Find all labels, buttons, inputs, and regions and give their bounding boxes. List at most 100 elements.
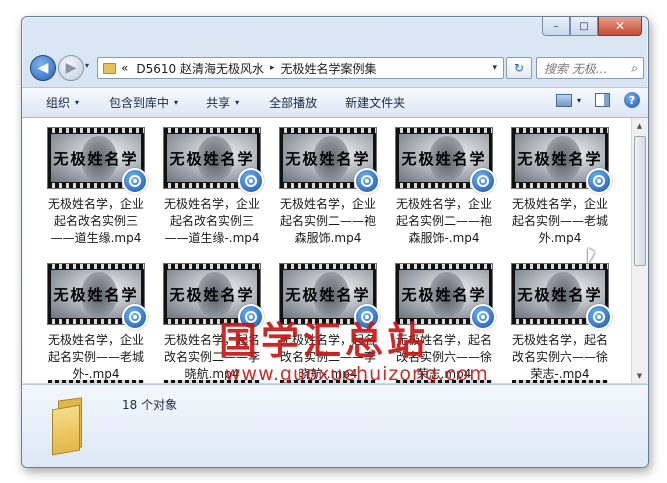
new-folder-button[interactable]: 新建文件夹: [345, 94, 405, 111]
film-strip-top: [48, 128, 144, 133]
play-all-button[interactable]: 全部播放: [269, 94, 317, 111]
back-button[interactable]: ◀: [30, 55, 56, 81]
breadcrumb-item-parent[interactable]: D5610 赵清海无极风水: [136, 60, 264, 77]
file-item-partial[interactable]: [512, 380, 608, 383]
folder-front: [52, 404, 80, 456]
thumbnail-caption: 无极姓名学: [285, 150, 371, 168]
vertical-scrollbar[interactable]: ▲ ▼: [631, 118, 647, 383]
thumbnail-caption: 无极姓名学: [169, 286, 255, 304]
file-item[interactable]: 无极姓名学 无极姓名学，起名改名实例六——徐荣志-.mp4: [510, 263, 612, 383]
thumbnail-caption: 无极姓名学: [169, 150, 255, 168]
mouse-cursor-icon: [588, 248, 595, 264]
thumbnail-caption: 无极姓名学: [401, 150, 487, 168]
command-bar: 组织 ▾ 包含到库中 ▾ 共享 ▾ 全部播放 新建文件夹 ▾ ?: [22, 87, 648, 118]
media-player-icon: [586, 304, 612, 330]
breadcrumb-overflow[interactable]: «: [121, 61, 128, 75]
media-player-icon: [586, 168, 612, 194]
file-name: 无极姓名学，企业起名改名实例三——道生缘-.mp4: [163, 197, 260, 245]
refresh-button[interactable]: ↻: [506, 57, 532, 79]
folder-icon: [52, 397, 88, 456]
share-label: 共享: [206, 96, 231, 110]
close-button[interactable]: ✕: [598, 17, 642, 36]
media-player-icon: [238, 168, 264, 194]
details-pane: 18 个对象: [22, 384, 648, 467]
view-icon: [555, 93, 572, 107]
film-strip-top: [164, 128, 260, 133]
file-list[interactable]: 无极姓名学 无极姓名学，企业起名改名实例三——道生缘.mp4 无极姓名学 无极姓…: [23, 118, 631, 383]
organize-label: 组织: [46, 96, 71, 110]
thumbnail-caption: 无极姓名学: [285, 286, 371, 304]
breadcrumb-separator[interactable]: ▸: [270, 63, 275, 73]
search-input[interactable]: 搜索 无极...: [544, 60, 607, 77]
breadcrumb-item-current[interactable]: 无极姓名学案例集: [280, 60, 376, 77]
thumbnail-caption: 无极姓名学: [53, 150, 139, 168]
file-item[interactable]: 无极姓名学 无极姓名学，企业起名实例——老城外-.mp4: [46, 263, 148, 383]
file-name: 无极姓名学，起名改名实例六——徐荣志-.mp4: [511, 333, 608, 381]
arrow-right-icon: ▶: [65, 60, 77, 76]
film-strip-top: [512, 128, 608, 133]
video-thumbnail: 无极姓名学: [47, 263, 148, 330]
file-item-partial[interactable]: [48, 380, 144, 383]
chevron-down-icon: ▾: [174, 98, 179, 107]
thumbnail-caption: 无极姓名学: [401, 286, 487, 304]
file-name: 无极姓名学，企业起名实例——老城外-.mp4: [47, 333, 144, 381]
film-strip-top: [396, 128, 492, 133]
address-bar[interactable]: « D5610 赵清海无极风水 ▸ 无极姓名学案例集 ▾: [97, 57, 504, 79]
file-item[interactable]: 无极姓名学 无极姓名学，企业起名改名实例三——道生缘-.mp4: [162, 127, 264, 247]
media-player-icon: [470, 168, 496, 194]
video-thumbnail: 无极姓名学: [163, 127, 264, 194]
media-player-icon: [122, 304, 148, 330]
thumbnail-caption: 无极姓名学: [53, 286, 139, 304]
minimize-button[interactable]: –: [542, 17, 570, 36]
scroll-up-button[interactable]: ▲: [632, 118, 647, 133]
change-view-button[interactable]: ▾: [555, 93, 581, 107]
history-dropdown[interactable]: ▾: [85, 61, 89, 70]
media-player-icon: [354, 168, 380, 194]
help-icon[interactable]: ?: [624, 92, 640, 108]
video-thumbnail: 无极姓名学: [47, 127, 148, 194]
file-name: 无极姓名学，企业起名实例二——袍森服饰-.mp4: [395, 197, 492, 245]
watermark-text: 国学汇总站: [219, 319, 430, 363]
chevron-down-icon: ▾: [235, 98, 240, 107]
film-strip-top: [280, 128, 376, 133]
include-in-library-button[interactable]: 包含到库中 ▾: [109, 94, 178, 111]
thumbnail-caption: 无极姓名学: [517, 150, 603, 168]
file-item[interactable]: 无极姓名学 无极姓名学，企业起名实例二——袍森服饰-.mp4: [394, 127, 496, 247]
navigation-bar: ◀ ▶ ▾ « D5610 赵清海无极风水 ▸ 无极姓名学案例集 ▾ ↻ 搜索 …: [22, 53, 648, 83]
search-icon: ⌕: [631, 60, 638, 75]
maximize-button[interactable]: □: [570, 17, 598, 36]
chevron-down-icon: ▾: [75, 98, 80, 107]
explorer-window: – □ ✕ ◀ ▶ ▾ « D5610 赵清海无极风水 ▸ 无极姓名学案例集 ▾…: [21, 16, 649, 468]
forward-button[interactable]: ▶: [58, 55, 84, 81]
chevron-down-icon: ▾: [576, 95, 581, 105]
scroll-thumb[interactable]: [634, 136, 646, 266]
include-label: 包含到库中: [109, 96, 170, 110]
film-strip-top: [512, 264, 608, 269]
preview-pane-icon[interactable]: [595, 93, 610, 107]
refresh-icon: ↻: [513, 61, 525, 75]
arrow-left-icon: ◀: [37, 60, 49, 76]
media-player-icon: [122, 168, 148, 194]
video-thumbnail: 无极姓名学: [395, 127, 496, 194]
film-strip-top: [48, 264, 144, 269]
video-thumbnail: 无极姓名学: [511, 263, 612, 330]
scroll-down-button[interactable]: ▼: [632, 368, 647, 383]
file-item[interactable]: 无极姓名学 无极姓名学，企业起名实例——老城外.mp4: [510, 127, 612, 247]
file-name: 无极姓名学，企业起名实例——老城外.mp4: [511, 197, 608, 245]
window-controls: – □ ✕: [542, 17, 642, 37]
film-strip-top: [280, 264, 376, 269]
file-item[interactable]: 无极姓名学 无极姓名学，企业起名改名实例三——道生缘.mp4: [46, 127, 148, 247]
address-dropdown[interactable]: ▾: [492, 63, 497, 73]
organize-button[interactable]: 组织 ▾: [46, 94, 79, 111]
share-button[interactable]: 共享 ▾: [206, 94, 239, 111]
item-count: 18 个对象: [122, 398, 178, 412]
film-strip-top: [396, 264, 492, 269]
thumbnail-caption: 无极姓名学: [517, 286, 603, 304]
search-box[interactable]: 搜索 无极... ⌕: [536, 57, 644, 79]
media-player-icon: [470, 304, 496, 330]
file-name: 无极姓名学，企业起名改名实例三——道生缘.mp4: [47, 197, 144, 245]
file-name: 无极姓名学，企业起名实例二——袍森服饰.mp4: [279, 197, 376, 245]
file-item[interactable]: 无极姓名学 无极姓名学，企业起名实例二——袍森服饰.mp4: [278, 127, 380, 247]
watermark-url: www.guoxuehuizong.com: [225, 363, 489, 383]
film-strip-top: [164, 264, 260, 269]
